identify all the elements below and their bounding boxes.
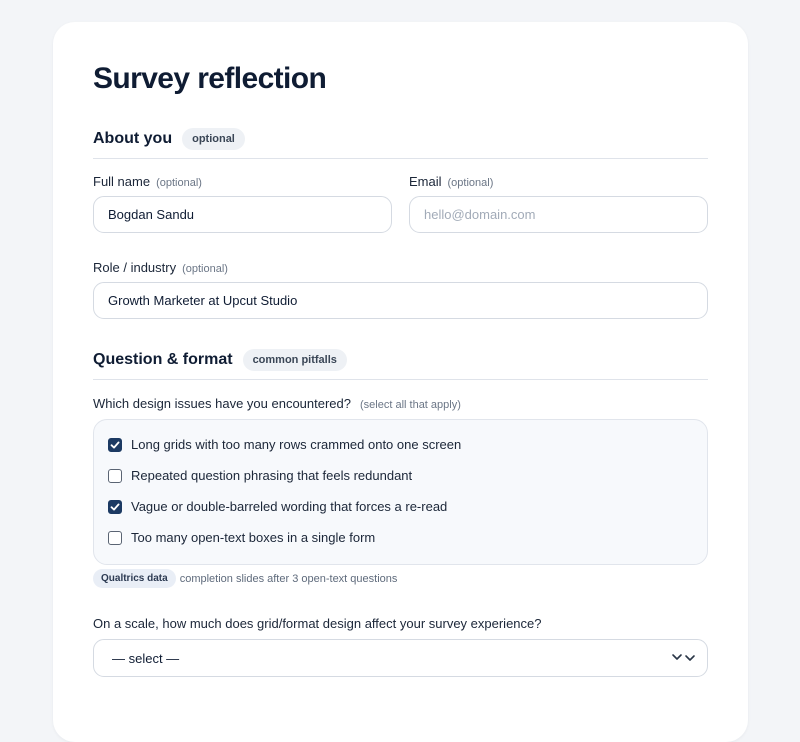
checkbox-label: Repeated question phrasing that feels re… xyxy=(131,468,413,483)
issues-checkbox-group: Long grids with too many rows crammed on… xyxy=(93,419,708,565)
role-label: Role / industry (optional) xyxy=(93,260,228,275)
role-input[interactable] xyxy=(93,282,708,319)
issue-option-repeated-phrasing[interactable]: Repeated question phrasing that feels re… xyxy=(108,468,412,483)
section-about-header: About you optional xyxy=(93,119,708,159)
full-name-optional-hint: (optional) xyxy=(156,177,202,189)
issue-option-vague-wording[interactable]: Vague or double-barreled wording that fo… xyxy=(108,499,447,514)
checkbox-label: Vague or double-barreled wording that fo… xyxy=(131,499,448,514)
scale-select-value: — select — xyxy=(112,650,180,666)
full-name-input[interactable] xyxy=(93,196,392,233)
issue-option-long-grids[interactable]: Long grids with too many rows crammed on… xyxy=(108,437,461,452)
checkbox[interactable] xyxy=(108,499,122,514)
source-note: Qualtrics data completion slides after 3… xyxy=(93,569,397,588)
section-question-title: Question & format xyxy=(93,350,233,368)
email-input[interactable] xyxy=(409,196,708,233)
check-icon xyxy=(110,503,120,510)
section-question-badge: common pitfalls xyxy=(242,348,347,371)
section-about-badge: optional xyxy=(182,127,245,150)
full-name-label: Full name (optional) xyxy=(93,174,202,189)
page-title: Survey reflection xyxy=(93,62,327,95)
source-badge: Qualtrics data xyxy=(93,569,176,588)
chevron-up-down-icon xyxy=(672,654,695,661)
checkbox[interactable] xyxy=(108,437,122,452)
role-label-text: Role / industry xyxy=(93,260,177,275)
survey-card: Survey reflection About you optional Ful… xyxy=(53,22,748,742)
issues-question-hint: (select all that apply) xyxy=(360,399,461,411)
issues-question-text: Which design issues have you encountered… xyxy=(93,396,351,411)
full-name-label-text: Full name xyxy=(93,174,151,189)
check-icon xyxy=(110,441,120,448)
section-about-title: About you xyxy=(93,129,173,147)
role-optional-hint: (optional) xyxy=(182,263,228,275)
checkbox-label: Too many open-text boxes in a single for… xyxy=(131,530,376,545)
source-note-text: completion slides after 3 open-text ques… xyxy=(179,572,398,585)
checkbox[interactable] xyxy=(108,468,122,483)
email-label-text: Email xyxy=(409,174,442,189)
scale-question-label: On a scale, how much does grid/format de… xyxy=(93,616,542,631)
scale-select[interactable]: — select — xyxy=(93,639,708,677)
email-optional-hint: (optional) xyxy=(447,177,494,189)
checkbox-label: Long grids with too many rows crammed on… xyxy=(131,437,462,452)
email-label: Email (optional) xyxy=(409,174,493,189)
section-question-header: Question & format common pitfalls xyxy=(93,340,708,380)
issue-option-open-text[interactable]: Too many open-text boxes in a single for… xyxy=(108,530,375,545)
checkbox[interactable] xyxy=(108,530,122,545)
issues-question-label: Which design issues have you encountered… xyxy=(93,396,461,411)
